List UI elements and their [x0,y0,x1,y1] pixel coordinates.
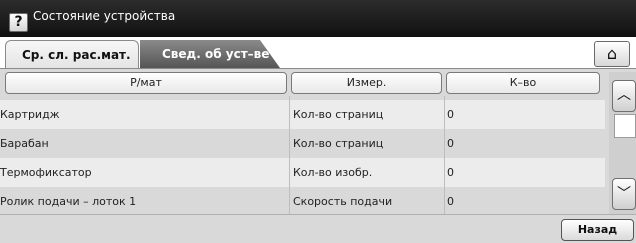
tab-device-info[interactable]: Свед. об уст–ве [140,40,280,68]
table-row[interactable]: Картридж Кол-во страниц 0 [0,100,605,129]
table-row[interactable]: Термофиксатор Кол-во изобр. 0 [0,158,605,187]
cell-count: 0 [447,137,454,150]
cell-count: 0 [447,166,454,179]
cell-item: Барабан [0,137,49,150]
back-button[interactable]: Назад [561,219,634,241]
cell-item: Термофиксатор [0,166,92,179]
cell-item: Ролик подачи – лоток 1 [0,195,137,208]
scrollbar-thumb[interactable] [614,114,636,138]
cell-unit: Кол-во изобр. [293,166,373,179]
column-header-unit[interactable]: Измер. [291,72,442,94]
help-button[interactable]: ? [9,13,28,32]
scroll-down-icon[interactable]: ﹀ [612,178,636,210]
cell-unit: Скорость подачи [293,195,393,208]
table-row[interactable]: Ролик подачи – лоток 1 Скорость подачи 0 [0,187,605,216]
cell-count: 0 [447,195,454,208]
bottom-bar [0,214,636,243]
home-icon[interactable]: ⌂ [594,41,630,67]
cell-count: 0 [447,108,454,121]
cell-unit: Кол-во страниц [293,108,384,121]
column-divider [444,96,445,216]
cell-unit: Кол-во страниц [293,137,384,150]
tab-supplies-life[interactable]: Ср. сл. рас.мат. [5,40,139,68]
window-title: Состояние устройства [33,9,176,23]
table-row[interactable]: Барабан Кол-во страниц 0 [0,129,605,158]
column-header-item[interactable]: Р/мат [5,72,287,94]
scroll-up-icon[interactable]: ︿ [612,80,636,112]
cell-item: Картридж [0,108,60,121]
column-divider [289,96,290,216]
column-header-count[interactable]: К–во [446,72,600,94]
